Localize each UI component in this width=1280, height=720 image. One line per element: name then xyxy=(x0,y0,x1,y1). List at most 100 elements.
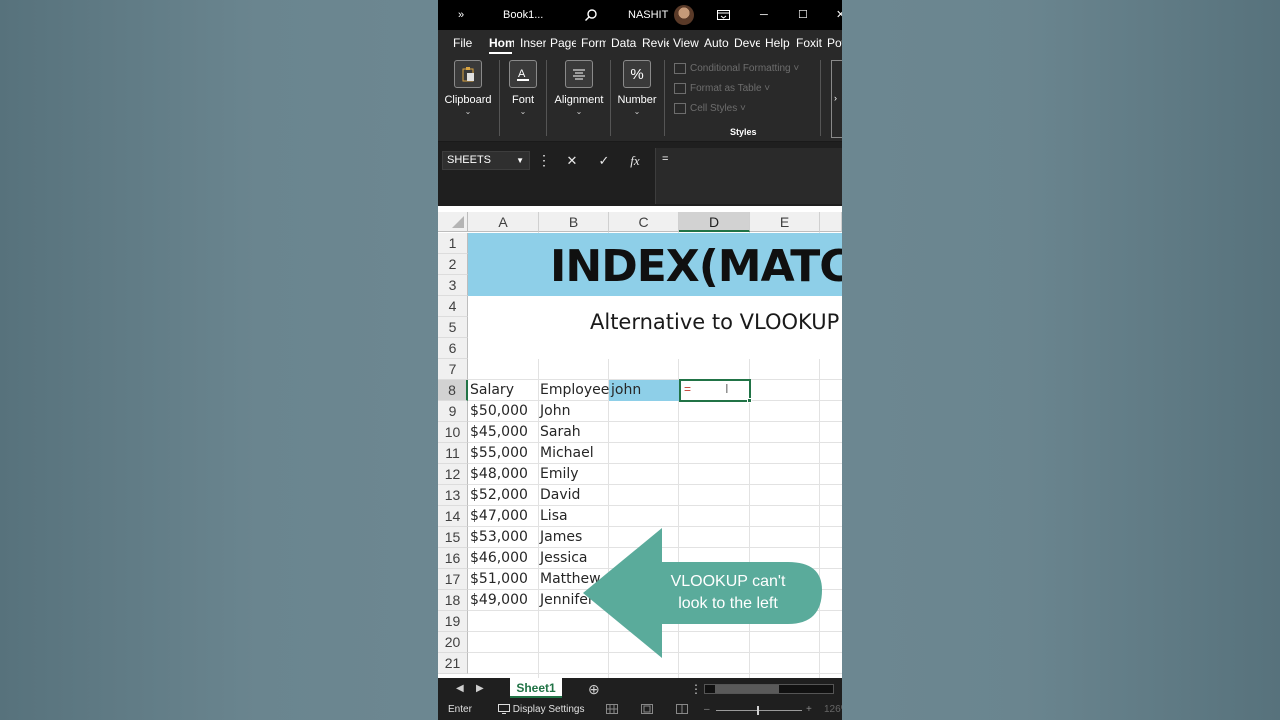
row-header[interactable]: 2 xyxy=(438,254,468,275)
column-header-e[interactable]: E xyxy=(750,212,820,232)
more-options-icon[interactable]: ⋮ xyxy=(534,151,554,170)
cell-b8[interactable]: Employee xyxy=(538,380,609,401)
tab-developer[interactable]: Deve xyxy=(734,30,760,56)
sheet-tab-sheet1[interactable]: Sheet1 xyxy=(510,678,562,698)
cell-styles-button[interactable]: Cell Styles ˅ xyxy=(674,101,746,117)
minimize-button[interactable]: ─ xyxy=(760,0,768,30)
row-header[interactable]: 10 xyxy=(438,422,468,443)
previous-sheet-button[interactable]: ◀ xyxy=(456,678,464,700)
salary-cell[interactable]: $47,000 xyxy=(468,506,528,527)
normal-view-icon[interactable] xyxy=(606,700,618,720)
search-icon[interactable] xyxy=(584,0,598,30)
employee-cell[interactable]: Emily xyxy=(538,464,579,485)
maximize-button[interactable]: ☐ xyxy=(798,0,808,30)
employee-cell[interactable]: Michael xyxy=(538,443,594,464)
row-header[interactable]: 11 xyxy=(438,443,468,464)
salary-cell[interactable]: $53,000 xyxy=(468,527,528,548)
row-header[interactable]: 5 xyxy=(438,317,468,338)
cell-a8[interactable]: Salary xyxy=(468,380,514,401)
scrollbar-thumb[interactable] xyxy=(715,685,779,693)
tab-home[interactable]: Hom xyxy=(489,30,514,56)
tab-review[interactable]: Revie xyxy=(642,30,669,56)
tab-formulas[interactable]: Form xyxy=(581,30,606,56)
employee-cell[interactable]: James xyxy=(538,527,582,548)
column-header-b[interactable]: B xyxy=(539,212,609,232)
column-header-d[interactable]: D xyxy=(679,212,750,232)
tab-help[interactable]: Help xyxy=(765,30,792,56)
zoom-level[interactable]: 126% xyxy=(824,700,842,720)
avatar[interactable] xyxy=(674,5,694,25)
column-header-f[interactable] xyxy=(820,212,842,232)
tab-automate[interactable]: Auto xyxy=(704,30,730,56)
row-header[interactable]: 6 xyxy=(438,338,468,359)
tab-insert[interactable]: Inser xyxy=(520,30,546,56)
row-header[interactable]: 3 xyxy=(438,275,468,296)
employee-cell[interactable]: Jessica xyxy=(538,548,588,569)
add-sheet-button[interactable]: ⊕ xyxy=(588,678,600,700)
row-header[interactable]: 17 xyxy=(438,569,468,590)
salary-cell[interactable]: $50,000 xyxy=(468,401,528,422)
row-header[interactable]: 7 xyxy=(438,359,468,380)
tab-file[interactable]: File xyxy=(453,30,472,56)
employee-cell[interactable]: Sarah xyxy=(538,422,581,443)
row-header[interactable]: 1 xyxy=(438,233,468,254)
row-header[interactable]: 16 xyxy=(438,548,468,569)
tab-data[interactable]: Data xyxy=(611,30,638,56)
conditional-formatting-button[interactable]: Conditional Formatting ˅ xyxy=(674,61,799,77)
page-break-view-icon[interactable] xyxy=(676,700,688,720)
salary-cell[interactable]: $51,000 xyxy=(468,569,528,590)
row-header[interactable]: 8 xyxy=(438,380,468,401)
row-header[interactable]: 18 xyxy=(438,590,468,611)
cancel-formula-button[interactable]: ✕ xyxy=(562,151,582,170)
formula-input[interactable]: = xyxy=(655,148,842,204)
column-header-c[interactable]: C xyxy=(609,212,679,232)
employee-cell[interactable]: John xyxy=(538,401,570,422)
tab-view[interactable]: View xyxy=(673,30,701,56)
tab-power-pivot[interactable]: Pow xyxy=(827,30,842,56)
insert-function-button[interactable]: fx xyxy=(625,151,645,170)
next-sheet-button[interactable]: ▶ xyxy=(476,678,484,700)
more-options-icon[interactable]: ⋮ xyxy=(690,678,702,700)
ribbon-scroll-right-button[interactable]: › xyxy=(831,60,842,138)
tab-foxit[interactable]: Foxit xyxy=(796,30,823,56)
salary-cell[interactable]: $46,000 xyxy=(468,548,528,569)
number-group[interactable]: % Number ⌄ xyxy=(615,60,659,116)
row-header[interactable]: 20 xyxy=(438,632,468,653)
close-button[interactable]: ✕ xyxy=(836,0,842,30)
fill-handle[interactable] xyxy=(747,398,752,403)
title-banner[interactable]: INDEX(MATCH xyxy=(468,233,842,296)
row-header[interactable]: 19 xyxy=(438,611,468,632)
zoom-in-button[interactable]: + xyxy=(806,700,812,720)
row-header[interactable]: 21 xyxy=(438,653,468,674)
format-as-table-button[interactable]: Format as Table ˅ xyxy=(674,81,770,97)
page-layout-view-icon[interactable] xyxy=(641,700,653,720)
salary-cell[interactable]: $52,000 xyxy=(468,485,528,506)
clipboard-group[interactable]: Clipboard ⌄ xyxy=(443,60,493,116)
column-header-a[interactable]: A xyxy=(468,212,539,232)
row-header[interactable]: 13 xyxy=(438,485,468,506)
zoom-slider[interactable] xyxy=(716,710,802,711)
name-box[interactable]: SHEETS ▼ xyxy=(442,151,530,170)
user-name[interactable]: NASHIT xyxy=(628,0,668,30)
horizontal-scrollbar[interactable] xyxy=(704,684,834,694)
employee-cell[interactable]: David xyxy=(538,485,580,506)
cell-c8[interactable]: john xyxy=(609,380,641,401)
row-header[interactable]: 9 xyxy=(438,401,468,422)
salary-cell[interactable]: $49,000 xyxy=(468,590,528,611)
ribbon-display-icon[interactable] xyxy=(717,0,730,30)
zoom-out-button[interactable]: – xyxy=(704,700,710,720)
active-cell-d8[interactable]: = Ι xyxy=(679,379,752,403)
row-header[interactable]: 15 xyxy=(438,527,468,548)
employee-cell[interactable]: Lisa xyxy=(538,506,568,527)
quick-access-overflow-button[interactable]: » xyxy=(458,0,464,30)
row-header[interactable]: 12 xyxy=(438,464,468,485)
chevron-down-icon[interactable]: ▼ xyxy=(516,152,524,169)
select-all-button[interactable] xyxy=(438,212,468,232)
salary-cell[interactable]: $45,000 xyxy=(468,422,528,443)
zoom-slider-knob[interactable] xyxy=(757,706,759,715)
tab-page-layout[interactable]: Page xyxy=(550,30,576,56)
enter-formula-button[interactable]: ✓ xyxy=(594,151,614,170)
alignment-group[interactable]: Alignment ⌄ xyxy=(551,60,607,116)
salary-cell[interactable]: $55,000 xyxy=(468,443,528,464)
salary-cell[interactable]: $48,000 xyxy=(468,464,528,485)
